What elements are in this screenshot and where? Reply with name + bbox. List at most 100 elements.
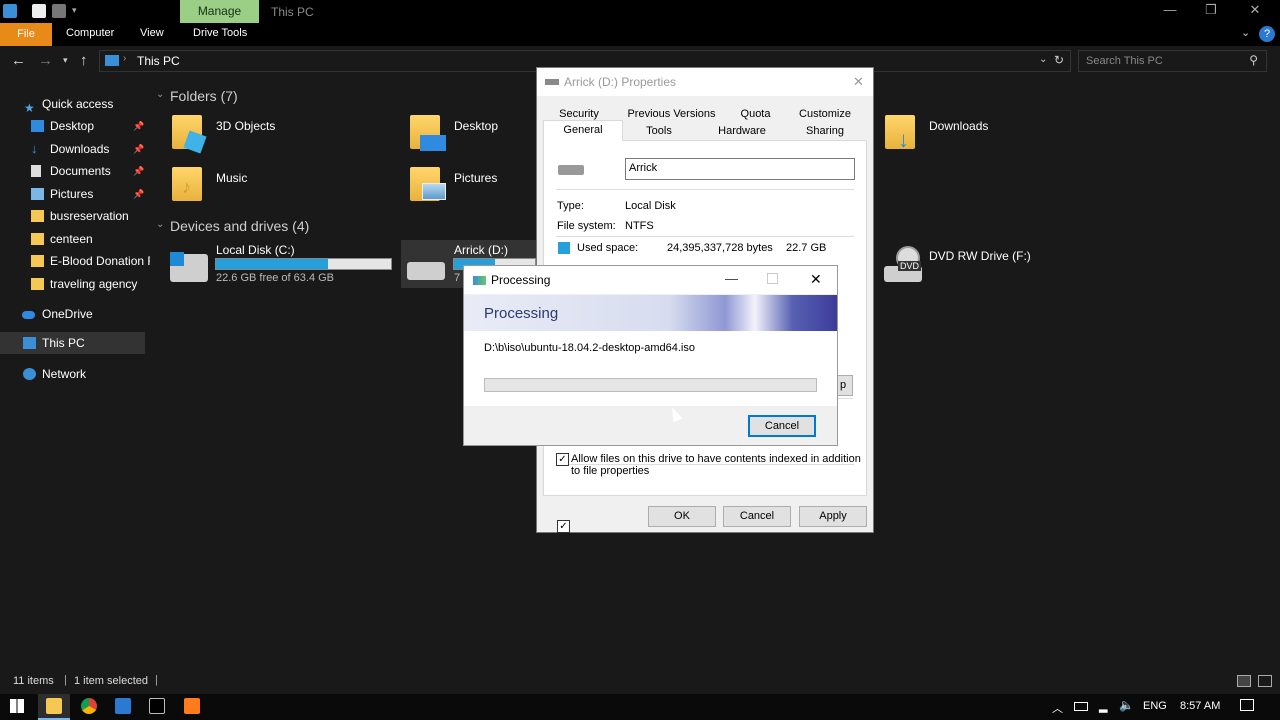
index-checkbox-label[interactable]: Allow files on this drive to have conten… — [571, 453, 861, 477]
status-separator: | — [155, 674, 158, 686]
breadcrumb[interactable]: This PC — [137, 54, 180, 68]
folder-desktop[interactable]: Desktop — [410, 115, 530, 157]
folder-label: Downloads — [929, 119, 989, 133]
search-placeholder: Search This PC — [1086, 55, 1163, 67]
visual-studio-icon[interactable] — [115, 698, 131, 714]
windows-start-icon[interactable] — [10, 699, 24, 713]
restore-button[interactable]: ❐ — [1191, 2, 1231, 18]
chrome-icon[interactable] — [81, 698, 97, 714]
sidebar-item-desktop[interactable]: Desktop 📌 — [0, 115, 150, 137]
tab-tools[interactable]: Tools — [629, 125, 689, 137]
view-tab[interactable]: View — [140, 27, 164, 39]
cancel-button[interactable]: Cancel — [748, 415, 816, 437]
sidebar-item-eblood[interactable]: E-Blood Donation F — [0, 250, 150, 272]
manage-tab[interactable]: Manage — [180, 0, 259, 23]
apply-button[interactable]: Apply — [799, 506, 867, 527]
pin-icon[interactable]: 📌 — [133, 183, 144, 205]
desktop-icon — [420, 135, 446, 151]
processing-body: D:\b\iso\ubuntu-18.04.2-desktop-amd64.is… — [464, 331, 837, 406]
drive-icon — [545, 79, 559, 85]
drive-label: Local Disk (C:) — [216, 243, 295, 257]
sidebar-item-this-pc[interactable]: This PC — [0, 332, 145, 354]
sidebar-item-downloads[interactable]: ↓ Downloads 📌 — [0, 138, 150, 160]
large-icons-view-icon[interactable] — [1258, 675, 1272, 687]
tab-previous-versions[interactable]: Previous Versions — [624, 108, 719, 120]
status-separator: | — [64, 674, 67, 686]
customize-qat-icon[interactable]: ▾ — [72, 5, 77, 16]
expand-ribbon-icon[interactable]: ⌄ — [1241, 26, 1250, 39]
refresh-icon[interactable]: ↻ — [1054, 53, 1064, 67]
network-icon[interactable]: ▂ — [1099, 700, 1107, 713]
details-view-icon[interactable] — [1237, 675, 1251, 687]
new-folder-icon[interactable] — [52, 4, 66, 18]
folders-header[interactable]: Folders (7) — [170, 88, 238, 104]
drive-usage-bar — [215, 258, 392, 270]
close-icon[interactable]: ✕ — [810, 271, 822, 288]
tray-overflow-icon[interactable]: ︿ — [1052, 700, 1063, 716]
sidebar-item-traveling-agency[interactable]: traveling agency — [0, 273, 150, 295]
pin-icon[interactable]: 📌 — [133, 115, 144, 137]
tab-security[interactable]: Security — [549, 108, 609, 120]
drive-c[interactable]: Local Disk (C:) 22.6 GB free of 63.4 GB — [168, 240, 396, 288]
folder-icon — [31, 233, 44, 245]
drive-tools-tab[interactable]: Drive Tools — [193, 27, 247, 39]
ok-button[interactable]: OK — [648, 506, 716, 527]
recent-locations-icon[interactable]: ▾ — [63, 55, 68, 66]
minimize-button[interactable]: — — [725, 271, 738, 286]
index-checkbox[interactable]: ✓ — [556, 453, 569, 466]
devices-header[interactable]: Devices and drives (4) — [170, 218, 309, 234]
tab-hardware[interactable]: Hardware — [707, 125, 777, 137]
desktop-icon — [31, 120, 44, 132]
computer-tab[interactable]: Computer — [66, 27, 114, 39]
recorder-icon[interactable] — [184, 698, 200, 714]
drive-name-field[interactable]: Arrick — [625, 158, 855, 180]
cancel-button[interactable]: Cancel — [723, 506, 791, 527]
processing-file-path: D:\b\iso\ubuntu-18.04.2-desktop-amd64.is… — [484, 342, 695, 354]
minimize-button[interactable]: — — [1150, 2, 1190, 17]
address-dropdown-icon[interactable]: ⌄ — [1039, 54, 1047, 65]
sidebar-item-network[interactable]: Network — [0, 363, 150, 385]
file-tab[interactable]: File — [0, 23, 52, 46]
action-center-icon[interactable] — [1240, 699, 1254, 711]
help-icon[interactable]: ? — [1259, 26, 1275, 42]
folder-music[interactable]: ♪ Music — [172, 167, 372, 209]
tab-general[interactable]: General — [543, 120, 623, 141]
drive-f[interactable]: DVD DVD RW Drive (F:) — [882, 244, 1032, 288]
index-checkbox[interactable]: ✓ — [557, 520, 570, 533]
used-space-swatch — [558, 242, 570, 254]
volume-icon[interactable]: 🔈 — [1119, 698, 1134, 712]
pin-icon[interactable]: 📌 — [133, 138, 144, 160]
battery-icon[interactable] — [1074, 702, 1088, 711]
language-indicator[interactable]: ENG — [1143, 700, 1167, 712]
forward-button[interactable]: → — [38, 52, 53, 69]
sidebar-item-onedrive[interactable]: OneDrive — [0, 303, 150, 325]
pin-icon[interactable]: 📌 — [133, 160, 144, 182]
folder-downloads[interactable]: ↓ Downloads — [885, 115, 1035, 157]
clock[interactable]: 8:57 AM — [1180, 700, 1220, 712]
pictures-icon — [422, 183, 446, 200]
collapse-chevron-icon[interactable]: ⌄ — [156, 219, 164, 230]
folder-3d-objects[interactable]: 3D Objects — [172, 115, 372, 157]
sidebar-item-busreservation[interactable]: busreservation — [0, 205, 150, 227]
document-icon — [31, 165, 41, 177]
sidebar-item-centeen[interactable]: centeen — [0, 228, 150, 250]
command-prompt-icon[interactable] — [149, 698, 165, 714]
properties-icon[interactable] — [32, 4, 46, 18]
sidebar-item-label: Desktop — [50, 119, 95, 133]
sidebar-item-pictures[interactable]: Pictures 📌 — [0, 183, 150, 205]
network-icon — [23, 368, 36, 380]
sidebar-item-documents[interactable]: Documents 📌 — [0, 160, 150, 182]
back-button[interactable]: ← — [11, 52, 26, 69]
item-count: 11 items — [13, 675, 54, 687]
banner-heading: Processing — [484, 305, 559, 322]
up-button[interactable]: ↑ — [80, 52, 88, 69]
tab-sharing[interactable]: Sharing — [787, 125, 863, 137]
tab-customize[interactable]: Customize — [789, 108, 861, 120]
collapse-chevron-icon[interactable]: ⌄ — [156, 89, 164, 100]
folder-pictures[interactable]: Pictures — [410, 167, 530, 209]
close-window-button[interactable]: ✕ — [1235, 2, 1275, 18]
tab-quota[interactable]: Quota — [733, 108, 778, 120]
close-icon[interactable]: ✕ — [853, 74, 864, 90]
sidebar-item-quick-access[interactable]: ★ Quick access — [0, 93, 150, 115]
search-input[interactable]: Search This PC ⚲ — [1078, 50, 1267, 72]
